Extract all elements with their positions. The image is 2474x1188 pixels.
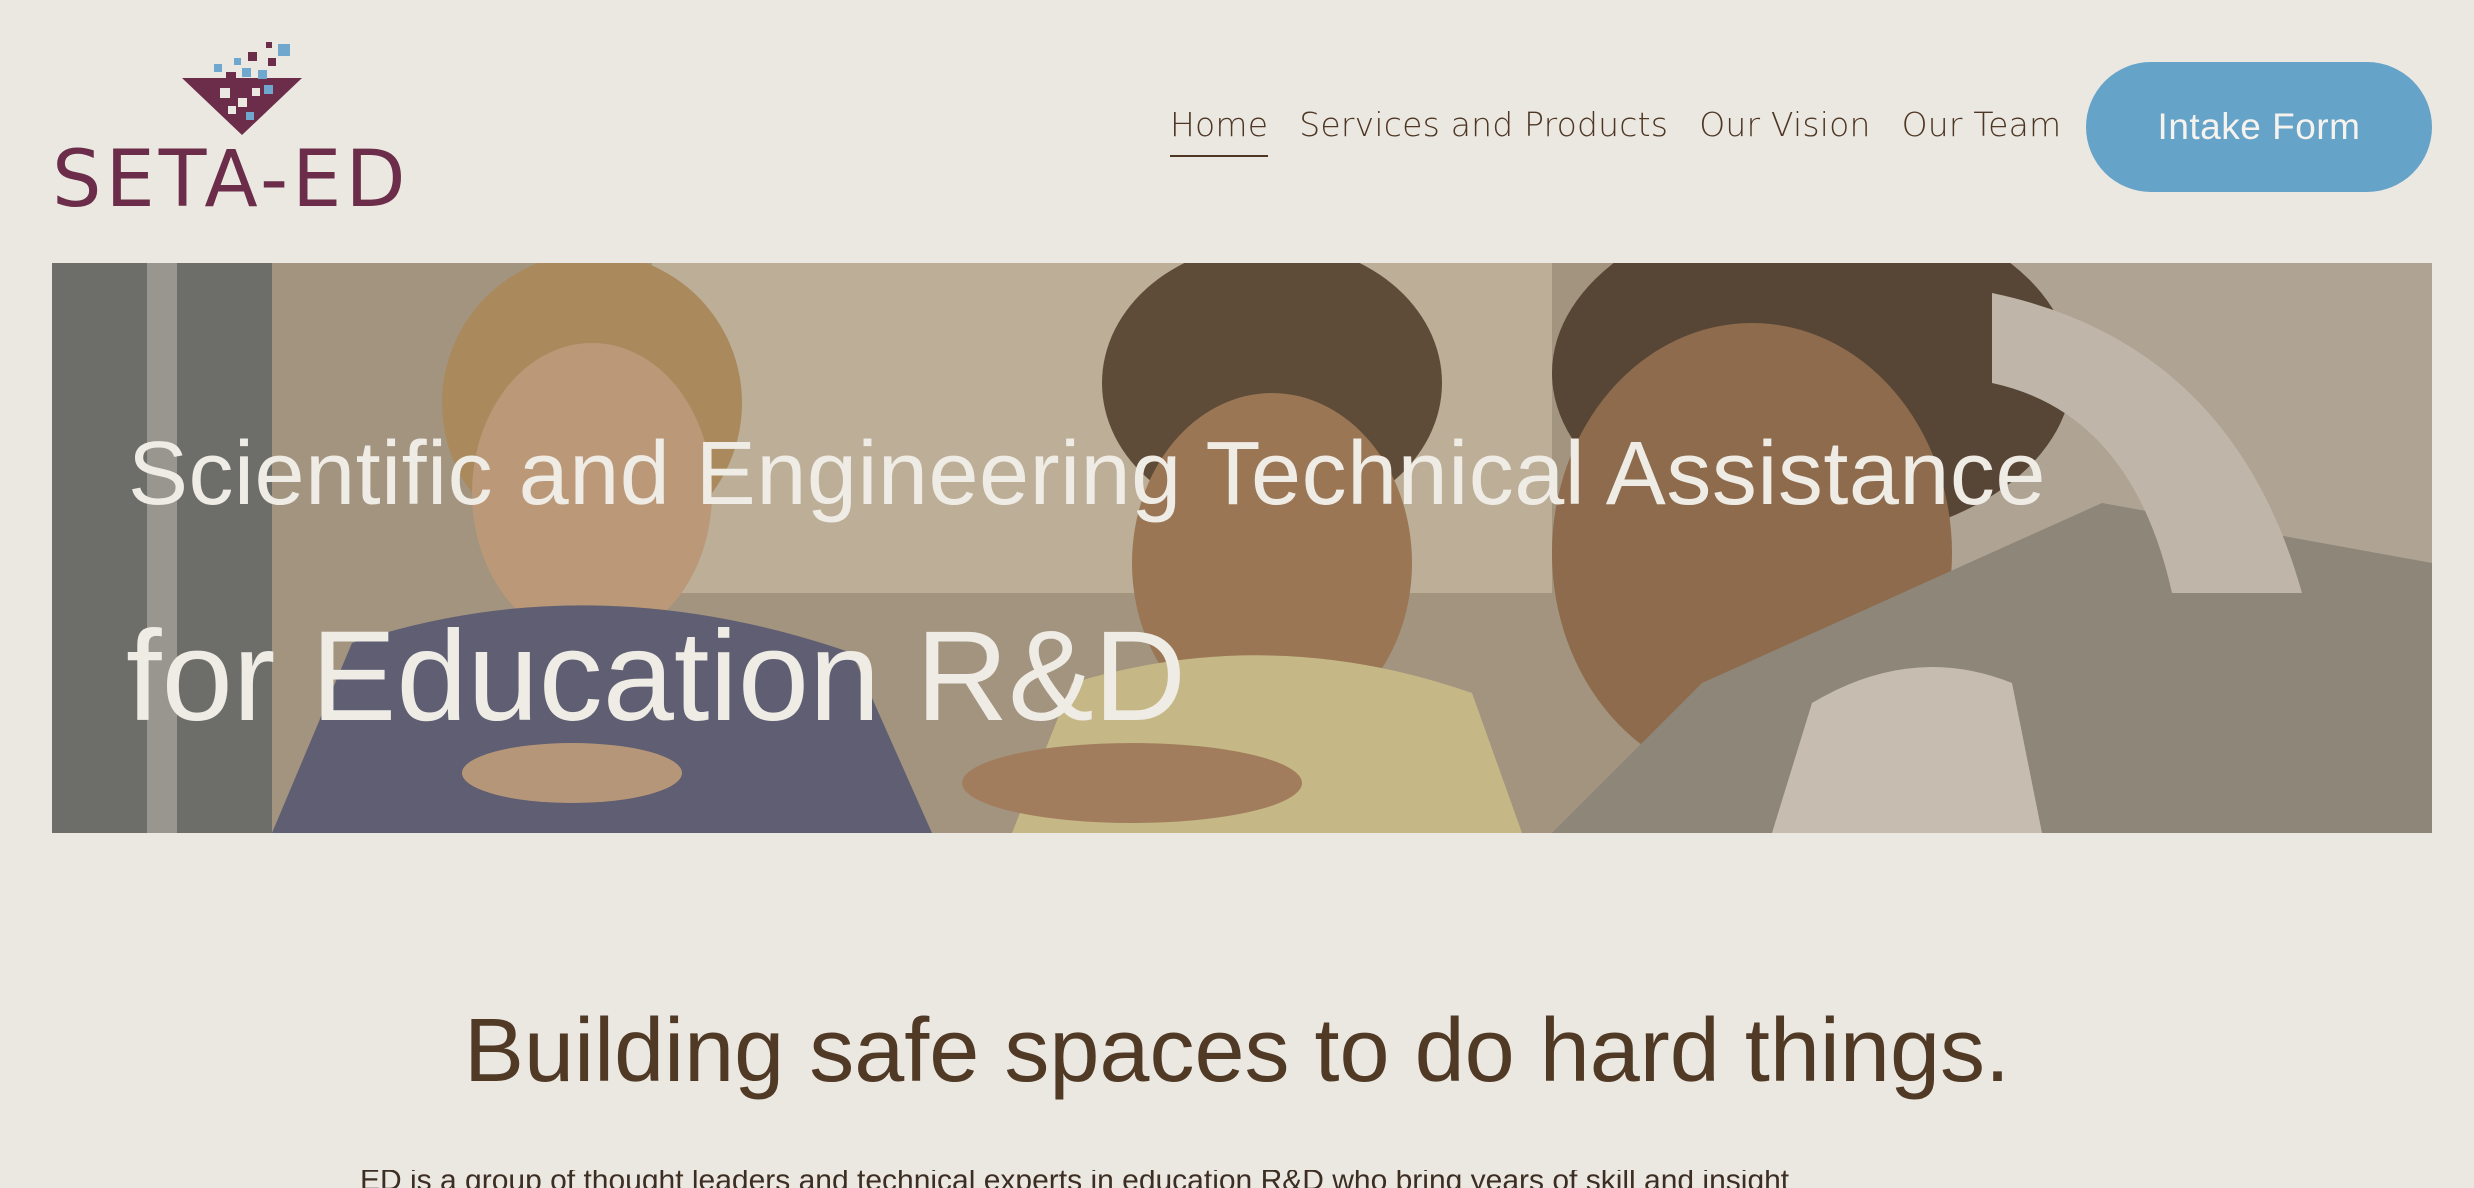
main-nav: Home Services and Products Our Vision Ou…: [1170, 103, 2061, 157]
logo-wordmark: SETA-ED: [52, 135, 410, 225]
hero-title-line-2: for Education R&D: [126, 605, 1187, 748]
nav-link-home[interactable]: Home: [1170, 103, 1269, 157]
nav-link-our-team[interactable]: Our Team: [1902, 103, 2062, 157]
seta-ed-logo[interactable]: SETA-ED: [52, 40, 432, 220]
hero-banner: Scientific and Engineering Technical Ass…: [52, 263, 2432, 833]
intro-paragraph: ED is a group of thought leaders and tec…: [360, 1170, 2120, 1188]
intro-paragraph-text: ED is a group of thought leaders and tec…: [360, 1170, 1790, 1188]
tagline-heading: Building safe spaces to do hard things.: [464, 1001, 2010, 1101]
nav-link-services-and-products[interactable]: Services and Products: [1299, 103, 1668, 157]
nav-link-our-vision[interactable]: Our Vision: [1699, 103, 1870, 157]
hero-title-line-1: Scientific and Engineering Technical Ass…: [128, 424, 2046, 524]
intake-form-button[interactable]: Intake Form: [2086, 62, 2432, 192]
logo-pixel-funnel-icon: [182, 42, 302, 135]
